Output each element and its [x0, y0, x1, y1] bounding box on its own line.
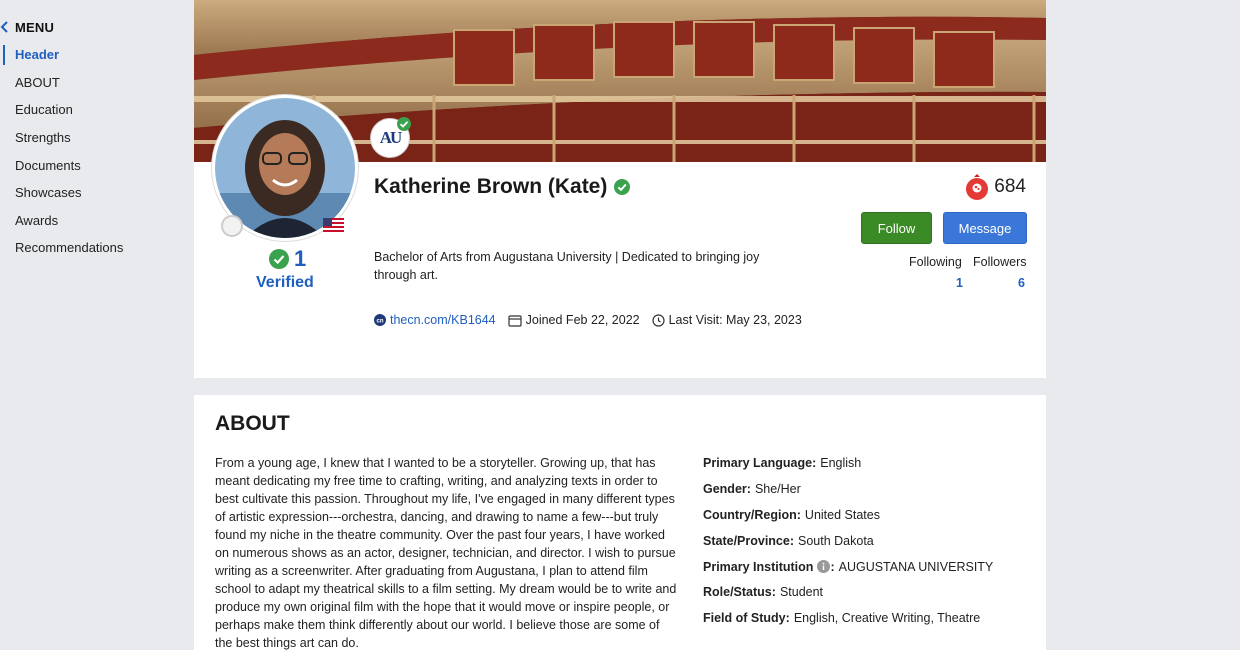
sidebar-nav: Header ABOUT Education Strengths Documen…: [0, 41, 190, 262]
detail-key: Gender:: [703, 481, 751, 496]
about-text: From a young age, I knew that I wanted t…: [215, 456, 677, 650]
menu-title: MENU: [15, 19, 55, 35]
sidebar-item-strengths[interactable]: Strengths: [0, 124, 190, 152]
profile-meta: cn thecn.com/KB1644 Joined Feb 22, 2022 …: [374, 313, 814, 327]
detail-row: Field of Study: English, Creative Writin…: [703, 611, 993, 637]
sidebar-item-awards[interactable]: Awards: [0, 207, 190, 235]
points-display[interactable]: 684: [965, 174, 1026, 200]
info-icon[interactable]: [817, 560, 831, 574]
sidebar-item-showcases[interactable]: Showcases: [0, 179, 190, 207]
detail-value: South Dakota: [798, 533, 874, 548]
detail-key: State/Province:: [703, 533, 795, 548]
cn-logo-icon: cn: [374, 314, 386, 326]
detail-row: State/Province: South Dakota: [703, 534, 993, 560]
menu-toggle[interactable]: MENU: [0, 19, 54, 35]
detail-value: She/Her: [754, 481, 801, 496]
institution-logo[interactable]: AU: [370, 117, 411, 158]
profile-name: Katherine Brown (Kate): [374, 175, 608, 198]
check-circle-icon: [269, 249, 289, 269]
message-button[interactable]: Message: [943, 212, 1027, 244]
detail-value: Student: [779, 585, 824, 600]
sidebar-item-education[interactable]: Education: [0, 96, 190, 124]
verified-count-value: 1: [294, 246, 307, 271]
points-value: 684: [994, 176, 1026, 197]
profile-header-card: 1 Verified AU Katherine Brown (Kate) Bac…: [194, 0, 1046, 378]
profile-link[interactable]: thecn.com/KB1644: [390, 313, 496, 327]
detail-row: Primary Language: English: [703, 456, 993, 482]
detail-row: Country/Region: United States: [703, 508, 993, 534]
detail-key-with-info: Primary Institution :: [703, 559, 835, 574]
sidebar-item-about[interactable]: ABOUT: [0, 69, 190, 97]
follow-button[interactable]: Follow: [861, 212, 932, 244]
detail-key: Primary Institution: [703, 559, 814, 574]
sidebar-item-documents[interactable]: Documents: [0, 151, 190, 179]
calendar-icon: [508, 314, 522, 327]
detail-key: Primary Language:: [703, 456, 817, 470]
sidebar-item-header[interactable]: Header: [0, 41, 190, 69]
detail-value: AUGUSTANA UNIVERSITY: [838, 559, 994, 574]
pomegranate-icon: [966, 174, 989, 200]
last-visit: Last Visit: May 23, 2023: [668, 313, 802, 327]
detail-key: Country/Region:: [703, 507, 801, 522]
detail-row: Gender: She/Her: [703, 482, 993, 508]
chevron-left-icon: [0, 19, 10, 35]
followers-count[interactable]: 6: [1018, 276, 1025, 290]
verified-check-icon: [614, 179, 631, 195]
profile-name-row: Katherine Brown (Kate): [374, 175, 631, 199]
detail-key: Role/Status:: [703, 585, 776, 600]
followers-label: Followers: [973, 255, 1027, 269]
about-card: ABOUT From a young age, I knew that I wa…: [194, 395, 1046, 650]
detail-value: English, Creative Writing, Theatre: [793, 611, 981, 626]
sidebar-item-recommendations[interactable]: Recommendations: [0, 234, 190, 262]
following-count[interactable]: 1: [956, 276, 963, 290]
verified-label: Verified: [256, 274, 314, 291]
detail-row: Role/Status: Student: [703, 585, 993, 611]
institution-logo-text: AU: [379, 128, 403, 147]
joined-date: Joined Feb 22, 2022: [525, 313, 640, 327]
detail-key: Field of Study:: [703, 611, 790, 626]
profile-headline: Bachelor of Arts from Augustana Universi…: [374, 250, 760, 282]
svg-text:cn: cn: [376, 319, 383, 325]
detail-value: English: [820, 456, 862, 470]
about-title: ABOUT: [215, 412, 290, 435]
online-status-indicator: [221, 215, 243, 237]
clock-icon: [652, 313, 665, 327]
check-circle-icon: [397, 117, 411, 131]
sidebar: MENU Header ABOUT Education Strengths Do…: [0, 0, 190, 650]
following-label: Following: [909, 255, 962, 269]
us-flag-icon: [323, 218, 344, 232]
detail-row: Primary Institution : AUGUSTANA UNIVERSI…: [703, 560, 993, 586]
profile-details: Primary Language: English Gender: She/He…: [703, 456, 993, 637]
verified-count[interactable]: 1: [269, 246, 306, 272]
detail-value: United States: [804, 507, 880, 522]
